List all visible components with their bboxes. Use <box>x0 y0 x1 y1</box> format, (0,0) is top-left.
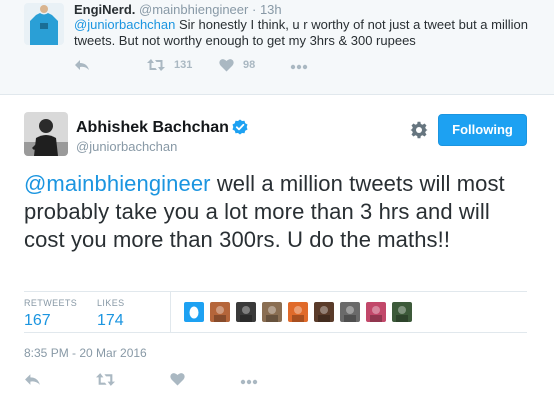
retweet-icon <box>147 59 165 71</box>
parent-tweet[interactable]: EngiNerd. @mainbhiengineer · 13h @junior… <box>0 0 554 95</box>
retweets-count: 167 <box>24 312 51 329</box>
parent-retweet-count: 131 <box>174 59 193 71</box>
liker-avatar[interactable] <box>288 302 308 322</box>
parent-time[interactable]: 13h <box>260 2 282 17</box>
tweet-timestamp[interactable]: 8:35 PM - 20 Mar 2016 <box>24 346 147 360</box>
retweet-icon <box>96 373 115 386</box>
author-handle[interactable]: @juniorbachchan <box>76 139 177 155</box>
parent-header: EngiNerd. @mainbhiengineer · 13h <box>74 2 282 18</box>
liker-avatar[interactable] <box>262 302 282 322</box>
tweet-text: @mainbhiengineer well a million tweets w… <box>24 170 534 254</box>
parent-mention-link[interactable]: @juniorbachchan <box>74 17 175 32</box>
heart-icon <box>219 59 234 72</box>
liker-avatar[interactable] <box>184 302 204 322</box>
more-icon <box>240 379 258 385</box>
parent-actions: 131 98 <box>74 58 374 78</box>
parent-more-button[interactable] <box>290 64 308 70</box>
parent-author-name[interactable]: EngiNerd. <box>74 2 135 17</box>
reply-icon <box>25 374 40 385</box>
likes-stat[interactable]: LIKES 174 <box>97 298 125 331</box>
tweet-actions <box>24 372 324 392</box>
like-button[interactable] <box>170 372 185 386</box>
retweets-stat[interactable]: RETWEETS 167 <box>24 298 77 331</box>
tweet-mention-link[interactable]: @mainbhiengineer <box>24 171 211 196</box>
liker-avatar[interactable] <box>392 302 412 322</box>
parent-avatar[interactable] <box>24 3 64 45</box>
more-button[interactable] <box>240 379 258 385</box>
author-name[interactable]: Abhishek Bachchan <box>76 119 229 137</box>
parent-like-button[interactable]: 98 <box>219 58 255 72</box>
likes-label: LIKES <box>97 298 125 308</box>
parent-author-handle[interactable]: @mainbhiengineer <box>139 2 248 17</box>
stats-divider <box>170 292 171 332</box>
likes-count: 174 <box>97 312 124 329</box>
author-avatar[interactable] <box>24 112 68 156</box>
separator-dot: · <box>251 2 257 17</box>
liker-avatar[interactable] <box>366 302 386 322</box>
parent-retweet-button[interactable]: 131 <box>147 58 192 72</box>
verified-badge-icon <box>232 119 248 135</box>
tweet-stats: RETWEETS 167 LIKES 174 <box>24 291 527 333</box>
following-button[interactable]: Following <box>438 114 527 146</box>
gear-icon[interactable] <box>410 121 428 139</box>
more-icon <box>290 64 308 70</box>
retweet-button[interactable] <box>96 372 115 387</box>
reply-button[interactable] <box>24 372 41 387</box>
liker-avatar[interactable] <box>314 302 334 322</box>
parent-reply-button[interactable] <box>74 58 90 72</box>
liker-avatar[interactable] <box>340 302 360 322</box>
heart-icon <box>170 373 185 386</box>
liker-avatar[interactable] <box>210 302 230 322</box>
retweets-label: RETWEETS <box>24 298 78 308</box>
parent-tweet-text: @juniorbachchan Sir honestly I think, u … <box>74 17 544 49</box>
parent-like-count: 98 <box>243 59 256 71</box>
reply-icon <box>75 60 89 70</box>
liker-avatar[interactable] <box>236 302 256 322</box>
